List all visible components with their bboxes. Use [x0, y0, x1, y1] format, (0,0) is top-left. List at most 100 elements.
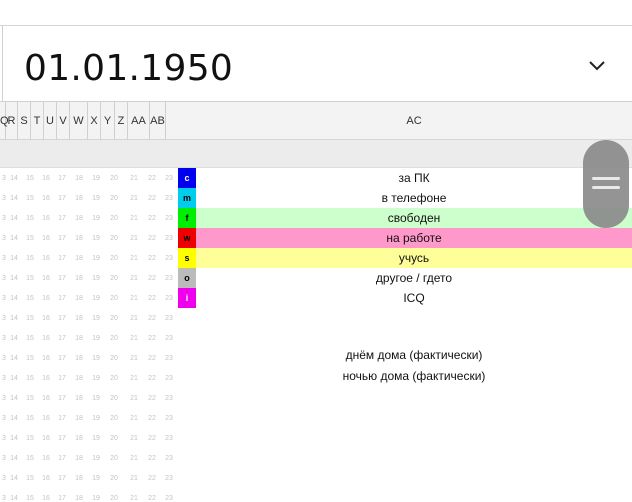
column-header-y[interactable]: Y [101, 102, 115, 140]
legend-key-i[interactable]: i [178, 288, 196, 308]
hour-number: 15 [26, 215, 34, 222]
hour-number: 19 [92, 475, 100, 482]
hour-number: 22 [148, 215, 156, 222]
hour-number: 18 [75, 495, 83, 502]
hour-number: 16 [42, 315, 50, 322]
hour-number: 21 [130, 335, 138, 342]
hour-number: 17 [58, 395, 66, 402]
column-header-v[interactable]: V [57, 102, 70, 140]
legend-label: свободен [196, 208, 632, 228]
hour-number: 19 [92, 295, 100, 302]
column-header-s[interactable]: S [18, 102, 31, 140]
hour-number: 17 [58, 495, 66, 502]
hour-number: 18 [75, 295, 83, 302]
scroll-handle[interactable] [583, 140, 629, 228]
date-value[interactable]: 01.01.1950 [24, 48, 233, 89]
legend-key-s[interactable]: s [178, 248, 196, 268]
hour-number: 18 [75, 375, 83, 382]
hour-number: 21 [130, 415, 138, 422]
hour-number: 20 [110, 175, 118, 182]
hour-number: 14 [10, 195, 18, 202]
hour-number: 21 [130, 435, 138, 442]
hour-number: 19 [92, 375, 100, 382]
hour-number: 16 [42, 335, 50, 342]
info-night-home: ночью дома (фактически) [342, 369, 486, 383]
chevron-down-icon[interactable] [586, 56, 608, 74]
hour-number: 14 [10, 495, 18, 502]
hour-number: 14 [10, 175, 18, 182]
hour-number: 23 [165, 435, 173, 442]
column-header-z[interactable]: Z [115, 102, 128, 140]
hour-number: 21 [130, 475, 138, 482]
hour-number: 17 [58, 215, 66, 222]
hour-number: 19 [92, 315, 100, 322]
legend-key-m[interactable]: m [178, 188, 196, 208]
hour-number: 20 [110, 335, 118, 342]
hour-number: 20 [110, 255, 118, 262]
legend-key-f[interactable]: f [178, 208, 196, 228]
column-header-x[interactable]: X [88, 102, 101, 140]
hour-number: 15 [26, 475, 34, 482]
hour-number: 17 [58, 295, 66, 302]
hour-number: 20 [110, 195, 118, 202]
date-picker[interactable]: 01.01.1950 [0, 26, 632, 102]
hour-number: 23 [165, 295, 173, 302]
column-header-w[interactable]: W [70, 102, 88, 140]
legend-label: ICQ [196, 288, 632, 308]
hour-number: 19 [92, 495, 100, 502]
hour-number: 14 [10, 355, 18, 362]
hour-number: 14 [10, 435, 18, 442]
hour-number: 18 [75, 415, 83, 422]
hour-number: 16 [42, 395, 50, 402]
hour-number: 16 [42, 275, 50, 282]
legend-label: на работе [196, 228, 632, 248]
column-header-r[interactable]: R [6, 102, 18, 140]
hour-number: 19 [92, 215, 100, 222]
column-header-aa[interactable]: AA [128, 102, 150, 140]
legend-key-w[interactable]: w [178, 228, 196, 248]
hour-number: 23 [165, 235, 173, 242]
hour-number: 22 [148, 195, 156, 202]
hour-number: 20 [110, 375, 118, 382]
hour-number: 17 [58, 315, 66, 322]
hour-number: 21 [130, 295, 138, 302]
column-header-u[interactable]: U [44, 102, 57, 140]
hour-number: 14 [10, 215, 18, 222]
legend-label: учусь [196, 248, 632, 268]
legend-key-o[interactable]: o [178, 268, 196, 288]
grip-line [592, 186, 620, 189]
legend-label: другое / гдето [196, 268, 632, 288]
hour-number: 14 [10, 275, 18, 282]
hour-number: 21 [130, 395, 138, 402]
hour-number: 17 [58, 415, 66, 422]
hour-number: 23 [165, 355, 173, 362]
hour-number: 20 [110, 415, 118, 422]
hour-number: 14 [10, 335, 18, 342]
hour-number: 15 [26, 355, 34, 362]
hour-number: 19 [92, 435, 100, 442]
hour-number: 16 [42, 295, 50, 302]
hour-number: 22 [148, 175, 156, 182]
hour-number: 18 [75, 395, 83, 402]
hour-number: 14 [10, 395, 18, 402]
hour-number: 17 [58, 335, 66, 342]
column-header-t[interactable]: T [31, 102, 44, 140]
hour-number: 18 [75, 175, 83, 182]
hour-number: 21 [130, 195, 138, 202]
hour-number: 20 [110, 475, 118, 482]
hour-number: 18 [75, 215, 83, 222]
hour-number: 16 [42, 455, 50, 462]
hour-number: 23 [165, 215, 173, 222]
hour-number: 14 [10, 375, 18, 382]
column-header-ac[interactable]: AC [196, 102, 632, 140]
hour-number: 21 [130, 255, 138, 262]
hour-number: 21 [130, 175, 138, 182]
legend-key-c[interactable]: c [178, 168, 196, 188]
frozen-band [0, 140, 632, 168]
hour-number: 21 [130, 355, 138, 362]
hour-number: 19 [92, 195, 100, 202]
hour-number: 20 [110, 495, 118, 502]
column-header-ab[interactable]: AB [150, 102, 166, 140]
hour-number: 19 [92, 175, 100, 182]
hour-number: 19 [92, 275, 100, 282]
